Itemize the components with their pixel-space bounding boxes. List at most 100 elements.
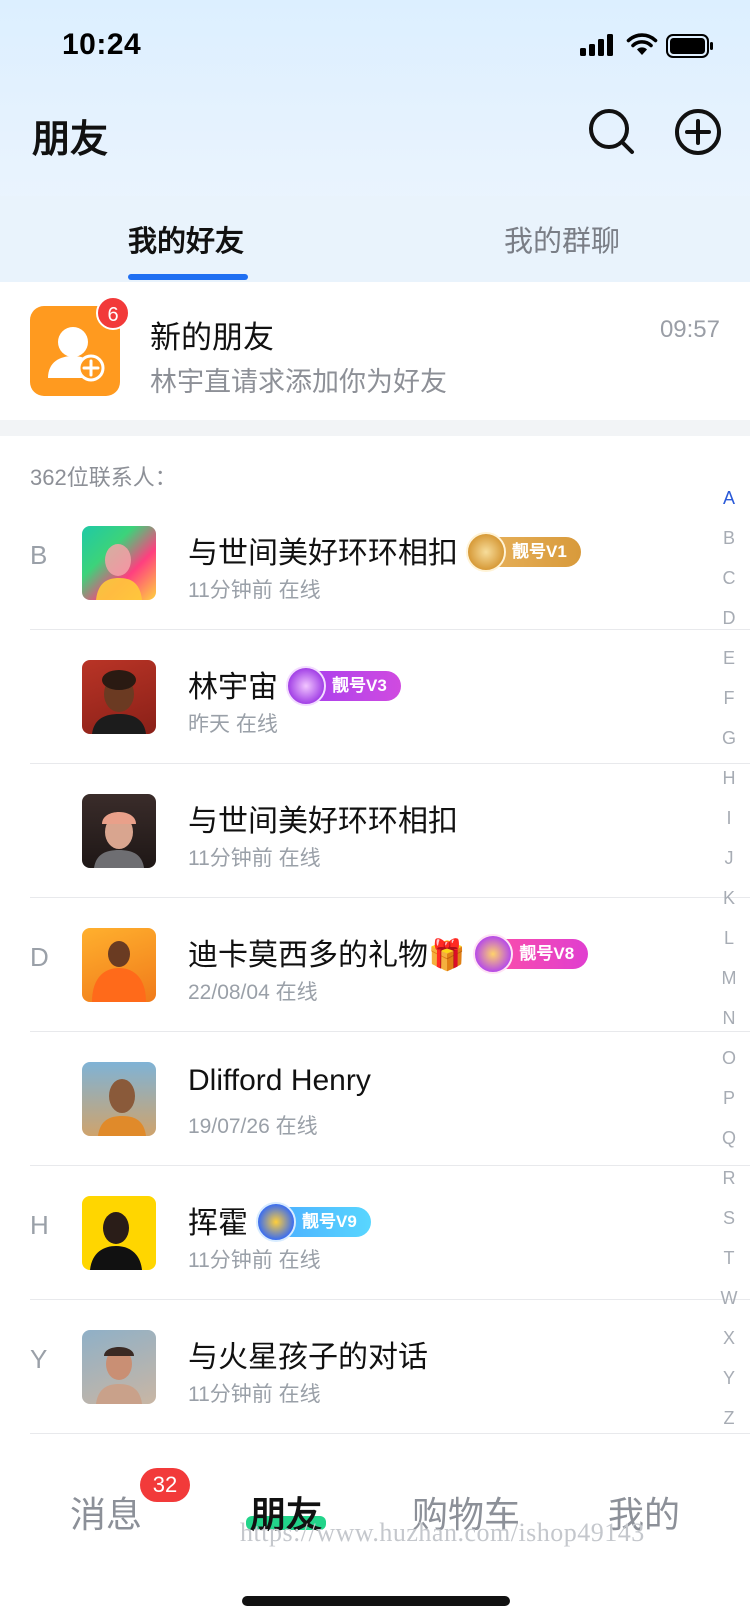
index-letter[interactable]: Q [712, 1128, 746, 1168]
contact-name: 迪卡莫西多的礼物🎁 靓号V8 [188, 930, 589, 975]
contact-status: 11分钟前 在线 [188, 1249, 321, 1272]
contact-name-text: 与世间美好环环相扣 [188, 537, 458, 570]
vip-badge-label: 靓号V3 [332, 676, 387, 696]
new-friends-row[interactable]: 6 新的朋友 林宇直请求添加你为好友 09:57 [0, 282, 750, 420]
tab-my-groups[interactable]: 我的群聊 [504, 218, 620, 260]
tab-my-friends[interactable]: 我的好友 [128, 218, 244, 260]
messages-badge: 32 [140, 1468, 190, 1502]
contact-name: 与火星孩子的对话 [188, 1332, 428, 1376]
contact-row[interactable]: H 挥霍 靓号V9 11分钟前 在线 [0, 1166, 750, 1300]
new-friends-title: 新的朋友 [150, 320, 274, 355]
cellular-signal-icon [580, 34, 613, 56]
index-letter[interactable]: I [712, 808, 746, 848]
index-letter[interactable]: Z [712, 1408, 746, 1448]
contact-row[interactable]: Dlifford Henry 19/07/26 在线 [0, 1032, 750, 1166]
medal-icon [466, 532, 506, 573]
index-letter[interactable]: R [712, 1168, 746, 1208]
alphabet-index: A B C D E F G H I J K L M N O P Q R S T … [712, 488, 746, 1448]
medal-icon [256, 1202, 296, 1243]
index-letter[interactable]: A [712, 488, 746, 528]
friends-tabs: 我的好友 我的群聊 [0, 196, 750, 282]
top-gradient-area: 10:24 朋友 我的好友 我的群聊 [0, 0, 750, 282]
index-letter[interactable]: E [712, 648, 746, 688]
contact-row[interactable]: 林宇宙 靓号V3 昨天 在线 [0, 630, 750, 764]
contact-name-text: Dlifford Henry [188, 1064, 371, 1097]
index-letter[interactable]: Y [712, 1368, 746, 1408]
contact-name-text: 挥霍 [188, 1207, 248, 1240]
wifi-icon [626, 33, 658, 55]
section-letter: H [30, 1210, 49, 1240]
new-friends-time: 09:57 [659, 316, 720, 343]
medal-icon [286, 666, 326, 707]
index-letter[interactable]: J [712, 848, 746, 888]
contact-status: 昨天 在线 [188, 713, 278, 736]
vip-badge-label: 靓号V1 [512, 542, 567, 562]
index-letter[interactable]: N [712, 1008, 746, 1048]
index-letter[interactable]: O [712, 1048, 746, 1088]
new-friends-badge: 6 [96, 296, 130, 330]
index-letter[interactable]: W [712, 1288, 746, 1328]
index-letter[interactable]: P [712, 1088, 746, 1128]
avatar [82, 526, 156, 600]
index-letter[interactable]: L [712, 928, 746, 968]
contact-name: 与世间美好环环相扣 [188, 796, 458, 840]
index-letter[interactable]: D [712, 608, 746, 648]
avatar [82, 1330, 156, 1404]
contact-row[interactable]: B 与世间美好环环相扣 靓号V1 11分钟前 在线 [0, 496, 750, 630]
vip-badge-label: 靓号V9 [302, 1212, 357, 1232]
index-letter[interactable]: F [712, 688, 746, 728]
avatar [82, 660, 156, 734]
status-time: 10:24 [62, 28, 142, 61]
contact-row[interactable]: 与世间美好环环相扣 11分钟前 在线 [0, 764, 750, 898]
contact-name-text: 林宇宙 [188, 671, 278, 704]
section-separator [0, 420, 750, 436]
plus-circle-icon [675, 109, 721, 155]
tab-messages[interactable]: 消息 [70, 1486, 142, 1538]
contact-status: 11分钟前 在线 [188, 847, 321, 870]
avatar [82, 1196, 156, 1270]
section-letter: B [30, 540, 48, 570]
contacts-count: 362位联系人： [30, 465, 177, 490]
avatar [82, 794, 156, 868]
index-letter[interactable]: X [712, 1328, 746, 1368]
section-letter: D [30, 942, 49, 972]
search-icon [589, 109, 634, 154]
watermark-text: https://www.huzhan.com/ishop49143 [240, 1518, 645, 1547]
status-bar: 10:24 [0, 0, 750, 92]
contact-status: 11分钟前 在线 [188, 1383, 321, 1406]
page-title: 朋友 [32, 119, 109, 161]
contact-row[interactable]: Y 与火星孩子的对话 11分钟前 在线 [0, 1300, 750, 1434]
row-divider [30, 1433, 750, 1434]
index-letter[interactable]: K [712, 888, 746, 928]
section-letter: Y [30, 1344, 48, 1374]
index-letter[interactable]: S [712, 1208, 746, 1248]
avatar-portrait [96, 1347, 142, 1404]
home-indicator [242, 1596, 510, 1606]
active-tab-indicator [128, 274, 248, 280]
new-friends-subtitle: 林宇直请求添加你为好友 [150, 367, 447, 397]
contact-status: 22/08/04 在线 [188, 981, 318, 1004]
vip-badge: 靓号V9 [256, 1202, 371, 1243]
index-letter[interactable]: T [712, 1248, 746, 1288]
contact-name: 与世间美好环环相扣 靓号V1 [188, 528, 581, 573]
contact-name: 林宇宙 靓号V3 [188, 662, 401, 707]
contact-name-text: 与火星孩子的对话 [188, 1341, 428, 1374]
vip-badge-label: 靓号V8 [519, 944, 575, 964]
index-letter[interactable]: B [712, 528, 746, 568]
index-letter[interactable]: C [712, 568, 746, 608]
index-letter[interactable]: M [712, 968, 746, 1008]
avatar-portrait [98, 1079, 146, 1136]
add-button[interactable] [672, 106, 724, 158]
index-letter[interactable]: G [712, 728, 746, 768]
contact-name: Dlifford Henry [188, 1064, 371, 1098]
avatar-portrait [96, 544, 142, 600]
contact-row[interactable]: D 迪卡莫西多的礼物🎁 靓号V8 22/08/04 在线 [0, 898, 750, 1032]
avatar [82, 1062, 156, 1136]
vip-badge: 靓号V8 [473, 934, 589, 975]
index-letter[interactable]: H [712, 768, 746, 808]
search-button[interactable] [586, 106, 638, 158]
contact-status: 11分钟前 在线 [188, 579, 321, 602]
medal-icon [473, 934, 514, 975]
battery-icon [666, 34, 713, 58]
avatar [82, 928, 156, 1002]
